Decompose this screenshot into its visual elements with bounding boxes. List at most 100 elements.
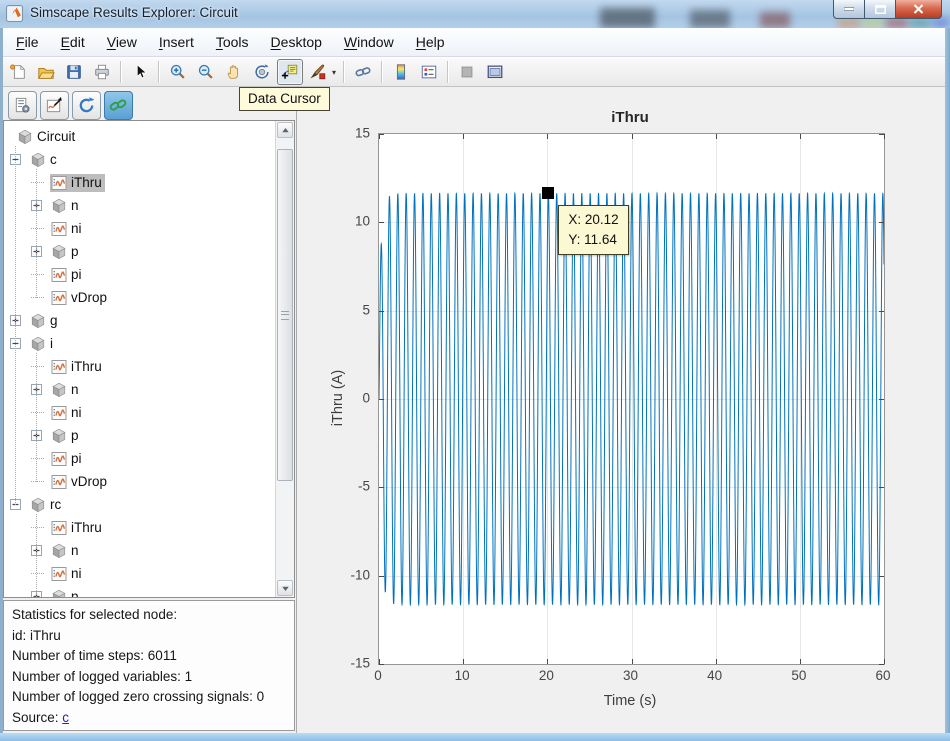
axis-tick bbox=[879, 399, 884, 400]
tree-node-ni-12[interactable]: ni bbox=[4, 401, 276, 424]
tree-node-ni-19[interactable]: ni bbox=[4, 562, 276, 585]
insert-legend-button[interactable] bbox=[416, 59, 442, 85]
menu-desktop[interactable]: Desktop bbox=[260, 30, 333, 54]
menu-help[interactable]: Help bbox=[405, 30, 456, 54]
tree-scrollbar[interactable] bbox=[275, 121, 294, 597]
tree-node-label: g bbox=[50, 313, 58, 328]
pan-button[interactable] bbox=[221, 59, 247, 85]
reload-logged-data-button[interactable] bbox=[72, 91, 101, 120]
menu-edit[interactable]: Edit bbox=[50, 30, 96, 54]
zoom-out-button[interactable] bbox=[193, 59, 219, 85]
axis-tick bbox=[379, 664, 384, 665]
tree-node-iThru-2[interactable]: iThru bbox=[4, 171, 276, 194]
glass-blur-decoration bbox=[886, 18, 908, 28]
chain-link-green-icon bbox=[109, 96, 128, 115]
tree-node-vDrop-15[interactable]: vDrop bbox=[4, 470, 276, 493]
minimize-button[interactable] bbox=[833, 0, 864, 19]
cube-icon bbox=[51, 428, 67, 444]
menu-insert[interactable]: Insert bbox=[148, 30, 205, 54]
brush-data-dropdown-caret[interactable]: ▾ bbox=[332, 68, 336, 77]
rotate-3d-icon bbox=[253, 63, 271, 81]
statistics-lines: Statistics for selected node:id: iThruNu… bbox=[12, 605, 286, 708]
printer-icon bbox=[93, 63, 111, 81]
insert-colorbar-button[interactable] bbox=[388, 59, 414, 85]
plot-axes[interactable]: X: 20.12 Y: 11.64 bbox=[378, 133, 885, 665]
toolbar-separator bbox=[447, 61, 449, 83]
tree-node-vDrop-7[interactable]: vDrop bbox=[4, 286, 276, 309]
statistics-line: id: iThru bbox=[12, 626, 286, 647]
data-cursor-button[interactable] bbox=[277, 59, 303, 85]
window-controls bbox=[833, 0, 942, 19]
axis-tick bbox=[463, 659, 464, 664]
cube-icon bbox=[51, 244, 67, 260]
hide-plot-tools-button[interactable] bbox=[454, 59, 480, 85]
source-link[interactable]: c bbox=[62, 710, 69, 725]
tree-node-n-18[interactable]: n bbox=[4, 539, 276, 562]
scroll-up-button[interactable] bbox=[277, 122, 293, 138]
tree-node-pi-6[interactable]: pi bbox=[4, 263, 276, 286]
axis-tick bbox=[547, 134, 548, 139]
hand-icon bbox=[225, 63, 243, 81]
tree-node-Circuit-0[interactable]: Circuit bbox=[4, 125, 276, 148]
tree-guide-line bbox=[36, 169, 38, 298]
data-cursor-marker[interactable] bbox=[542, 187, 554, 199]
scroll-down-button[interactable] bbox=[277, 580, 293, 596]
link-to-model-button[interactable] bbox=[104, 91, 133, 120]
brush-data-button[interactable] bbox=[305, 59, 331, 85]
tree-node-pi-14[interactable]: pi bbox=[4, 447, 276, 470]
toolbar-separator bbox=[343, 61, 345, 83]
glass-blur-decoration bbox=[600, 8, 655, 28]
show-plot-tools-button[interactable] bbox=[482, 59, 508, 85]
explorer-options-button[interactable] bbox=[8, 91, 37, 120]
tree-node-label: vDrop bbox=[71, 474, 107, 489]
signal-icon bbox=[51, 359, 67, 375]
tree-node-label: iThru bbox=[71, 175, 102, 190]
plot-figure: iThru X: 20.12 Y: 11.64 Time (s) iThru (… bbox=[297, 87, 945, 733]
tree-node-g-8[interactable]: g bbox=[4, 309, 276, 332]
edit-plot-button[interactable] bbox=[127, 59, 153, 85]
save-figure-button[interactable] bbox=[61, 59, 87, 85]
menu-tools[interactable]: Tools bbox=[205, 30, 260, 54]
signal-icon bbox=[51, 474, 67, 490]
statistics-line: Number of logged zero crossing signals: … bbox=[12, 687, 286, 708]
zoom-in-button[interactable] bbox=[165, 59, 191, 85]
tree-node-i-9[interactable]: i bbox=[4, 332, 276, 355]
tree-node-label: Circuit bbox=[37, 129, 75, 144]
window-frame-left bbox=[0, 28, 3, 733]
window-frame-bottom bbox=[0, 733, 950, 741]
tree-node-iThru-17[interactable]: iThru bbox=[4, 516, 276, 539]
menu-file[interactable]: File bbox=[5, 30, 50, 54]
maximize-button[interactable] bbox=[864, 0, 895, 19]
axis-tick bbox=[879, 576, 884, 577]
chain-link-icon bbox=[354, 63, 372, 81]
open-file-button[interactable] bbox=[33, 59, 59, 85]
matlab-app-icon bbox=[6, 5, 23, 22]
brush-icon bbox=[309, 63, 327, 81]
rotate-3d-button[interactable] bbox=[249, 59, 275, 85]
cube-icon bbox=[17, 129, 33, 145]
tree-node-rc-16[interactable]: rc bbox=[4, 493, 276, 516]
tree-node-p-5[interactable]: p bbox=[4, 240, 276, 263]
toolbar-separator bbox=[158, 61, 160, 83]
signal-icon bbox=[51, 405, 67, 421]
link-plot-button[interactable] bbox=[350, 59, 376, 85]
axis-tick bbox=[879, 487, 884, 488]
glass-blur-decoration bbox=[838, 18, 860, 28]
new-figure-button[interactable] bbox=[5, 59, 31, 85]
tree-node-ni-4[interactable]: ni bbox=[4, 217, 276, 240]
tree-node-c-1[interactable]: c bbox=[4, 148, 276, 171]
print-figure-button[interactable] bbox=[89, 59, 115, 85]
tree-node-n-11[interactable]: n bbox=[4, 378, 276, 401]
menu-view[interactable]: View bbox=[96, 30, 148, 54]
menu-window[interactable]: Window bbox=[333, 30, 405, 54]
scrollbar-thumb[interactable] bbox=[277, 149, 293, 481]
tree-node-n-3[interactable]: n bbox=[4, 194, 276, 217]
plot-selected-node-button[interactable] bbox=[40, 91, 69, 120]
axis-tick bbox=[379, 487, 384, 488]
close-button[interactable] bbox=[895, 0, 942, 19]
tree-node-p-13[interactable]: p bbox=[4, 424, 276, 447]
axis-tick bbox=[632, 134, 633, 139]
tree-node-iThru-10[interactable]: iThru bbox=[4, 355, 276, 378]
x-tick-label: 60 bbox=[875, 668, 890, 683]
tree-node-p-20[interactable]: p bbox=[4, 585, 276, 597]
